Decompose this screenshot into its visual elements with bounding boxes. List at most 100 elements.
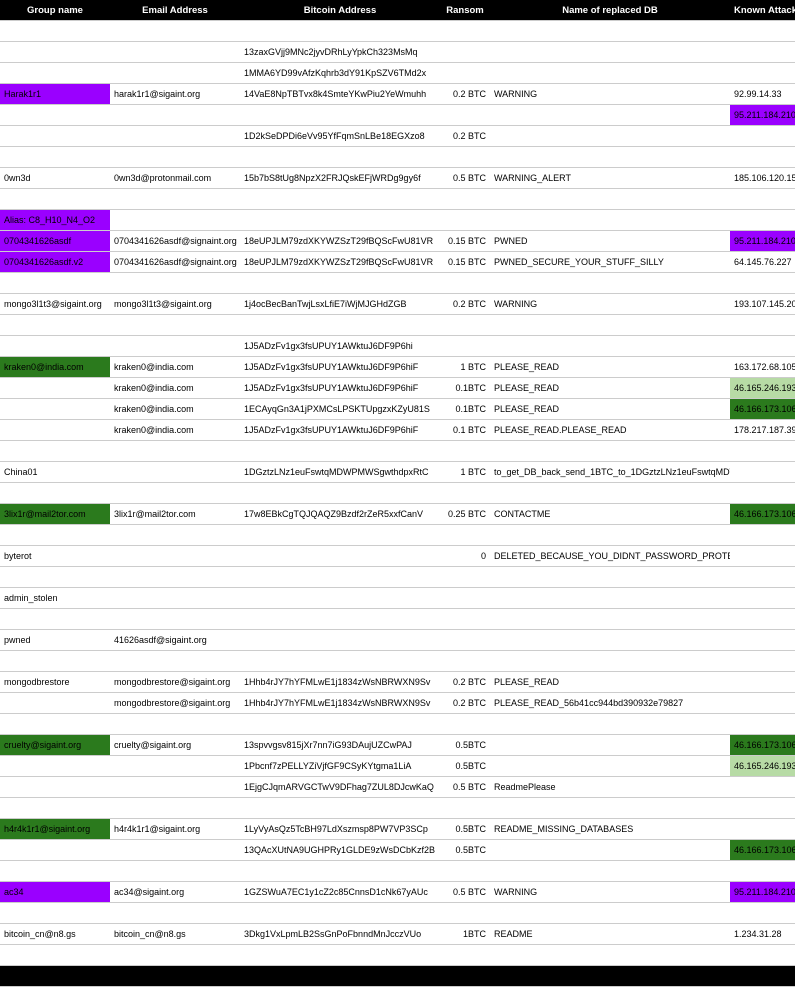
cell-ransom [440,336,490,357]
cell-email [110,105,240,126]
cell-ip [730,903,795,924]
cell-ip [730,525,795,546]
table-row: admin_stolen34 [0,588,795,609]
cell-ransom: 0.15 BTC [440,252,490,273]
table-row: kraken0@india.com1ECAyqGn3A1jPXMCsLPSKTU… [0,399,795,420]
cell-ransom [440,588,490,609]
cell-group [0,714,110,735]
cell-group: Harak1r1 [0,84,110,105]
cell-db [490,21,730,42]
table-row: byterot0DELETED_BECAUSE_YOU_DIDNT_PASSWO… [0,546,795,567]
cell-db: ReadmePlease [490,777,730,798]
cell-db [490,651,730,672]
cell-ransom: 0.5 BTC [440,168,490,189]
cell-ip: 193.107.145.20 [730,294,795,315]
cell-ransom [440,105,490,126]
cell-group: 0704341626asdf.v2 [0,252,110,273]
cell-email [110,210,240,231]
cell-btc [240,147,440,168]
cell-ip: 1.234.31.28 [730,924,795,945]
cell-email [110,315,240,336]
cell-db: README_MISSING_DATABASES [490,819,730,840]
cell-group [0,567,110,588]
cell-ip [730,63,795,84]
cell-db [490,42,730,63]
cell-ip [730,693,795,714]
cell-group: mongodbrestore [0,672,110,693]
cell-btc: 18eUPJLM79zdXKYWZSzT29fBQScFwU81VR [240,252,440,273]
cell-db: PLEASE_READ [490,357,730,378]
cell-btc [240,483,440,504]
table-row [0,714,795,735]
table-row: 1EjgCJqmARVGCTwV9DFhag7ZUL8DJcwKaQ0.5 BT… [0,777,795,798]
cell-db [490,756,730,777]
cell-btc: 13zaxGVjj9MNc2jyvDRhLyYpkCh323MsMq [240,42,440,63]
table-row: Alias: C8_H10_N4_O2 [0,210,795,231]
cell-btc: 17w8EBkCgTQJQAQZ9Bzdf2rZeR5xxfCanV [240,504,440,525]
cell-ransom: 0.1BTC [440,399,490,420]
cell-ip: 46.165.246.193 [730,378,795,399]
cell-ransom [440,798,490,819]
cell-ransom [440,714,490,735]
cell-btc [240,315,440,336]
cell-btc: 1D2kSeDPDi6eVv95YfFqmSnLBe18EGXzo8 [240,126,440,147]
table-row: 0wn3d0wn3d@protonmail.com15b7bS8tUg8NpzX… [0,168,795,189]
cell-db [490,609,730,630]
cell-ip [730,777,795,798]
cell-db: WARNING [490,882,730,903]
cell-ransom [440,147,490,168]
cell-email [110,651,240,672]
cell-db [490,840,730,861]
cell-email [110,798,240,819]
cell-email [110,63,240,84]
cell-db [490,147,730,168]
cell-email [110,609,240,630]
cell-ransom [440,567,490,588]
table-row: 0704341626asdf0704341626asdf@signaint.or… [0,231,795,252]
cell-db [490,315,730,336]
cell-group [0,777,110,798]
table-row: 1Pbcnf7zPELLYZiVjfGF9CSyKYtgma1LiA0.5BTC… [0,756,795,777]
cell-db [490,441,730,462]
cell-group: Alias: C8_H10_N4_O2 [0,210,110,231]
cell-db [490,567,730,588]
table-row: 13QAcXUtNA9UGHPRy1GLDE9zWsDCbKzf2B0.5BTC… [0,840,795,861]
header-email: Email Address [110,0,240,21]
cell-ransom: 0.2 BTC [440,672,490,693]
cell-db: CONTACTME [490,504,730,525]
cell-email: cruelty@sigaint.org [110,735,240,756]
cell-ip: 185.106.120.159 [730,168,795,189]
cell-ransom: 0.5BTC [440,819,490,840]
cell-group [0,21,110,42]
cell-email [110,945,240,966]
cell-group: pwned [0,630,110,651]
cell-ransom: 0.1 BTC [440,420,490,441]
cell-ip: 163.172.68.105 [730,357,795,378]
footer-row: 28247 [0,966,795,987]
cell-group: 0wn3d [0,168,110,189]
cell-email [110,714,240,735]
cell-ransom: 0.1BTC [440,378,490,399]
cell-group [0,336,110,357]
cell-ip: 46.165.246.193 [730,756,795,777]
cell-group: China01 [0,462,110,483]
cell-ransom: 0.5BTC [440,735,490,756]
cell-btc: 1MMA6YD99vAfzKqhrb3dY91KpSZV6TMd2x [240,63,440,84]
cell-ip [730,819,795,840]
cell-db: PWNED [490,231,730,252]
cell-email [110,21,240,42]
cell-ransom: 0.5BTC [440,840,490,861]
cell-db [490,210,730,231]
cell-group [0,378,110,399]
cell-group [0,651,110,672]
cell-ransom: 0.2 BTC [440,693,490,714]
cell-btc [240,651,440,672]
cell-email: kraken0@india.com [110,399,240,420]
cell-btc: 1J5ADzFv1gx3fsUPUY1AWktuJ6DF9P6hiF [240,357,440,378]
cell-group [0,798,110,819]
table-row: mongo3l1t3@sigaint.orgmongo3l1t3@sigaint… [0,294,795,315]
cell-ransom [440,630,490,651]
cell-group: bitcoin_cn@n8.gs [0,924,110,945]
cell-ip [730,42,795,63]
cell-group [0,105,110,126]
